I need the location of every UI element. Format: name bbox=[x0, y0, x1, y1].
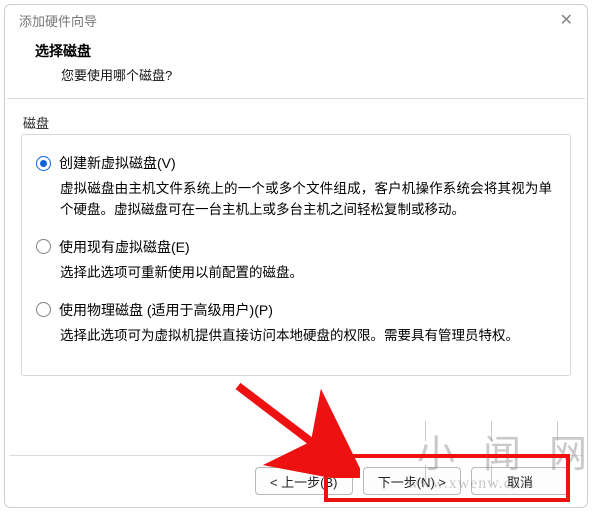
dialog-window: 添加硬件向导 ✕ 选择磁盘 您要使用哪个磁盘? 磁盘 创建新虚拟磁盘(V) 虚拟… bbox=[4, 4, 588, 508]
body: 磁盘 创建新虚拟磁盘(V) 虚拟磁盘由主机文件系统上的一个或多个文件组成，客户机… bbox=[5, 99, 587, 376]
watermark-url: www.xwenw.com bbox=[407, 475, 534, 493]
option-physical[interactable]: 使用物理磁盘 (适用于高级用户)(P) 选择此选项可为虚拟机提供直接访问本地硬盘… bbox=[36, 300, 556, 357]
option-use-existing[interactable]: 使用现有虚拟磁盘(E) 选择此选项可重新使用以前配置的磁盘。 bbox=[36, 237, 556, 294]
titlebar: 添加硬件向导 ✕ bbox=[5, 5, 587, 35]
radio-icon[interactable] bbox=[36, 156, 51, 171]
option-label: 创建新虚拟磁盘(V) bbox=[59, 153, 176, 173]
back-button[interactable]: < 上一步(B) bbox=[255, 467, 353, 495]
radio-icon[interactable] bbox=[36, 302, 51, 317]
option-label: 使用物理磁盘 (适用于高级用户)(P) bbox=[59, 300, 273, 320]
disk-group: 创建新虚拟磁盘(V) 虚拟磁盘由主机文件系统上的一个或多个文件组成，客户机操作系… bbox=[21, 134, 571, 376]
wizard-header: 选择磁盘 您要使用哪个磁盘? bbox=[5, 35, 587, 98]
page-title: 选择磁盘 bbox=[35, 41, 557, 61]
window-title: 添加硬件向导 bbox=[19, 11, 97, 30]
option-desc: 虚拟磁盘由主机文件系统上的一个或多个文件组成，客户机操作系统会将其视为单个硬盘。… bbox=[36, 173, 556, 231]
option-desc: 选择此选项可为虚拟机提供直接访问本地硬盘的权限。需要具有管理员特权。 bbox=[36, 320, 556, 357]
close-icon[interactable]: ✕ bbox=[554, 10, 579, 30]
watermark-text: 小闻网 bbox=[417, 423, 588, 478]
group-label: 磁盘 bbox=[21, 113, 571, 134]
option-desc: 选择此选项可重新使用以前配置的磁盘。 bbox=[36, 257, 556, 294]
radio-icon[interactable] bbox=[36, 239, 51, 254]
page-subtitle: 您要使用哪个磁盘? bbox=[35, 61, 557, 84]
option-create-new[interactable]: 创建新虚拟磁盘(V) 虚拟磁盘由主机文件系统上的一个或多个文件组成，客户机操作系… bbox=[36, 153, 556, 231]
option-label: 使用现有虚拟磁盘(E) bbox=[59, 237, 190, 257]
